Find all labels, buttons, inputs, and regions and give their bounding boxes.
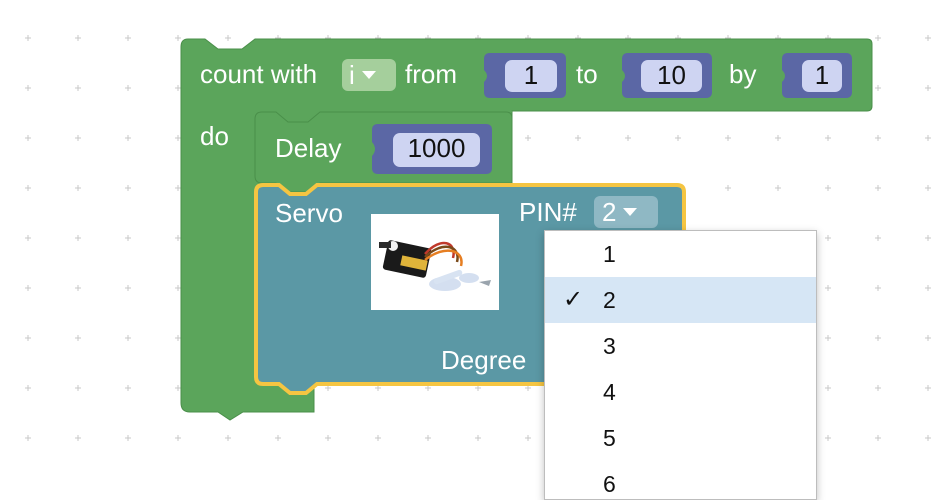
from-value-field[interactable]: 1 bbox=[505, 60, 557, 92]
pin-option-3[interactable]: 3 bbox=[545, 323, 816, 369]
delay-value-field[interactable]: 1000 bbox=[393, 133, 480, 167]
delay-label: Delay bbox=[275, 133, 342, 163]
by-label: by bbox=[729, 59, 757, 89]
loop-variable-value: i bbox=[349, 60, 355, 90]
pin-dropdown[interactable]: 2 bbox=[594, 196, 658, 228]
by-value-field[interactable]: 1 bbox=[802, 60, 842, 92]
from-label: from bbox=[405, 59, 457, 89]
check-icon: ✓ bbox=[563, 286, 584, 313]
pin-label: PIN# bbox=[519, 197, 577, 227]
chevron-down-icon bbox=[361, 71, 376, 79]
servo-motor-icon bbox=[379, 240, 491, 291]
do-label: do bbox=[200, 121, 229, 151]
pin-option-4[interactable]: 4 bbox=[545, 369, 816, 415]
pin-option-6[interactable]: 6 bbox=[545, 461, 816, 499]
chevron-down-icon bbox=[623, 208, 638, 216]
count-with-label: count with bbox=[200, 59, 318, 89]
loop-variable-dropdown[interactable]: i bbox=[342, 59, 396, 91]
to-value-field[interactable]: 10 bbox=[641, 60, 702, 92]
pin-option-2[interactable]: ✓ 2 bbox=[545, 277, 816, 323]
degree-label: Degree bbox=[441, 345, 527, 375]
servo-motor-image bbox=[371, 214, 499, 310]
servo-label: Servo bbox=[275, 198, 343, 228]
pin-dropdown-menu[interactable]: 1 ✓ 2 3 4 5 6 bbox=[544, 230, 817, 500]
pin-value: 2 bbox=[602, 197, 617, 227]
pin-option-1[interactable]: 1 bbox=[545, 231, 816, 277]
pin-option-5[interactable]: 5 bbox=[545, 415, 816, 461]
to-label: to bbox=[576, 59, 598, 89]
